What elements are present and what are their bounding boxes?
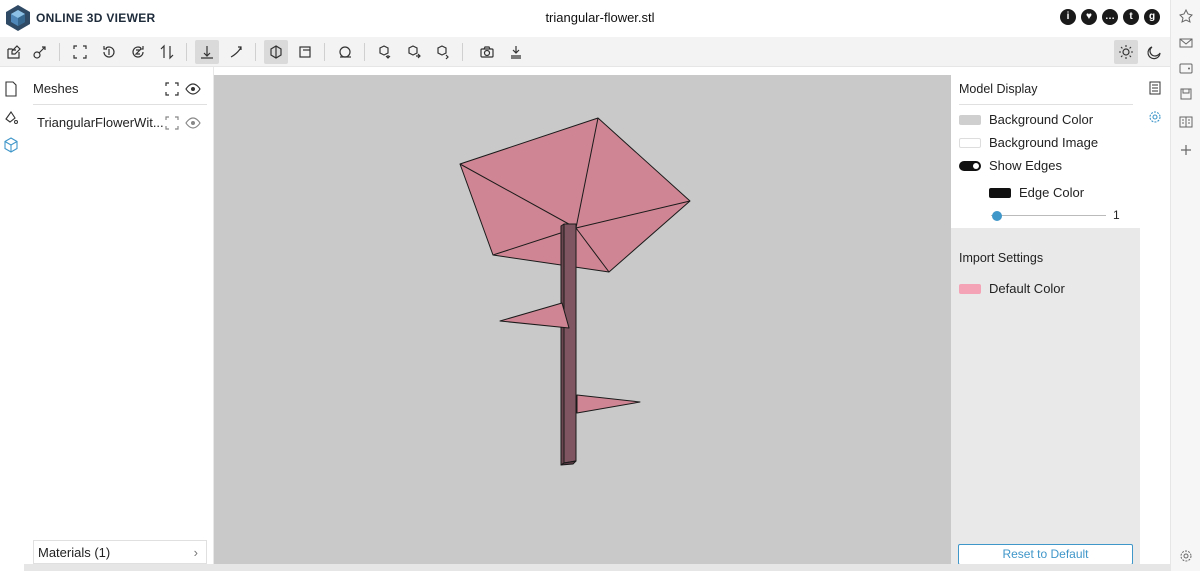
reset-to-default-button[interactable]: Reset to Default — [958, 544, 1133, 565]
chevron-right-icon: › — [193, 545, 198, 560]
stem-side — [563, 223, 577, 464]
mail-icon[interactable] — [1178, 35, 1194, 51]
default-color-row[interactable]: Default Color — [959, 281, 1065, 296]
3d-viewport[interactable] — [214, 75, 951, 564]
right-nav — [1140, 67, 1170, 571]
fit-all-icon[interactable] — [164, 81, 180, 97]
left-nav — [0, 67, 24, 571]
toolbar-separator — [462, 43, 463, 61]
meshes-panel: Meshes TriangularFlowerWit... Materials … — [24, 67, 214, 564]
app-header: ONLINE 3D VIEWER triangular-flower.stl i… — [0, 0, 1170, 37]
toolbar-separator — [324, 43, 325, 61]
edge-threshold-slider[interactable] — [991, 215, 1106, 216]
meshes-divider — [33, 104, 207, 105]
set-up-z-icon[interactable] — [126, 40, 150, 64]
fit-to-window-icon[interactable] — [68, 40, 92, 64]
materials-icon[interactable] — [3, 109, 19, 125]
gear-icon[interactable] — [1148, 110, 1162, 124]
export-icon[interactable] — [373, 40, 397, 64]
wallet-icon[interactable] — [1178, 60, 1194, 76]
orthographic-icon[interactable] — [293, 40, 317, 64]
set-up-y-icon[interactable] — [97, 40, 121, 64]
meshes-icon[interactable] — [3, 137, 19, 153]
bottom-scrollbar[interactable] — [24, 564, 1170, 571]
twitter-icon[interactable]: t — [1123, 9, 1139, 25]
eye-icon[interactable] — [185, 81, 201, 97]
open-url-icon[interactable] — [28, 40, 52, 64]
settings-panel: Model Display Background Color Backgroun… — [951, 67, 1140, 565]
materials-section[interactable]: Materials (1) › — [33, 540, 207, 564]
background-image-row[interactable]: Background Image — [959, 135, 1098, 150]
share-icon[interactable] — [402, 40, 426, 64]
flower-model[interactable] — [214, 75, 951, 564]
edge-color-swatch[interactable] — [989, 187, 1011, 198]
right-strip — [1170, 0, 1200, 571]
toolbar-separator — [59, 43, 60, 61]
edge-threshold-knob[interactable] — [992, 211, 1002, 221]
perspective-icon[interactable] — [264, 40, 288, 64]
toolbar-separator — [186, 43, 187, 61]
details-icon[interactable] — [1148, 81, 1162, 95]
background-color-swatch[interactable] — [959, 114, 981, 125]
background-image-label: Background Image — [989, 135, 1099, 150]
meshes-title: Meshes — [33, 81, 79, 96]
pin-icon[interactable] — [1178, 8, 1194, 24]
measure-icon[interactable] — [333, 40, 357, 64]
default-color-label: Default Color — [989, 281, 1065, 296]
show-edges-label: Show Edges — [989, 158, 1062, 173]
settings-divider — [959, 104, 1133, 105]
github-icon[interactable]: g — [1144, 9, 1160, 25]
show-edges-row[interactable]: Show Edges — [959, 158, 1062, 173]
print-icon[interactable] — [504, 40, 528, 64]
open-file-icon[interactable] — [2, 40, 26, 64]
reader-icon[interactable] — [1178, 114, 1194, 130]
fit-mesh-icon[interactable] — [164, 115, 180, 131]
background-color-label: Background Color — [989, 112, 1094, 127]
edge-color-label: Edge Color — [1019, 185, 1085, 200]
background-image-swatch[interactable] — [959, 137, 981, 148]
heart-icon[interactable]: ♥ — [1081, 9, 1097, 25]
import-settings-title: Import Settings — [959, 251, 1044, 265]
dark-mode-icon[interactable] — [1143, 40, 1167, 64]
free-orbit-icon[interactable] — [224, 40, 248, 64]
show-edges-toggle[interactable] — [959, 160, 981, 171]
info-icon[interactable]: i — [1060, 9, 1076, 25]
flip-up-icon[interactable] — [155, 40, 179, 64]
files-icon[interactable] — [3, 81, 19, 97]
main-toolbar — [0, 37, 1170, 67]
model-display-title: Model Display — [959, 82, 1038, 96]
toolbar-separator — [255, 43, 256, 61]
materials-label: Materials (1) — [38, 545, 111, 560]
mesh-list-item[interactable]: TriangularFlowerWit... — [37, 115, 164, 130]
mesh-eye-icon[interactable] — [185, 115, 201, 131]
background-color-row[interactable]: Background Color — [959, 112, 1093, 127]
settings-gear-icon[interactable] — [1178, 548, 1194, 564]
stem-front — [560, 223, 565, 466]
snapshot-icon[interactable] — [431, 40, 455, 64]
fixed-up-icon[interactable] — [195, 40, 219, 64]
toolbar-separator — [364, 43, 365, 61]
default-color-swatch[interactable] — [959, 283, 981, 294]
file-title: triangular-flower.stl — [545, 10, 655, 25]
edge-color-row[interactable]: Edge Color — [989, 185, 1084, 200]
leaf-upper — [499, 302, 570, 329]
header-links: i ♥ … t g — [1060, 9, 1160, 25]
download-icon[interactable] — [475, 40, 499, 64]
add-icon[interactable] — [1178, 142, 1194, 158]
leaf-lower — [576, 394, 641, 414]
model-display-section: Model Display Background Color Backgroun… — [951, 67, 1140, 228]
chat-icon[interactable]: … — [1102, 9, 1118, 25]
light-mode-icon[interactable] — [1114, 40, 1138, 64]
edge-threshold-value: 1 — [1113, 208, 1120, 222]
save-icon[interactable] — [1178, 86, 1194, 102]
